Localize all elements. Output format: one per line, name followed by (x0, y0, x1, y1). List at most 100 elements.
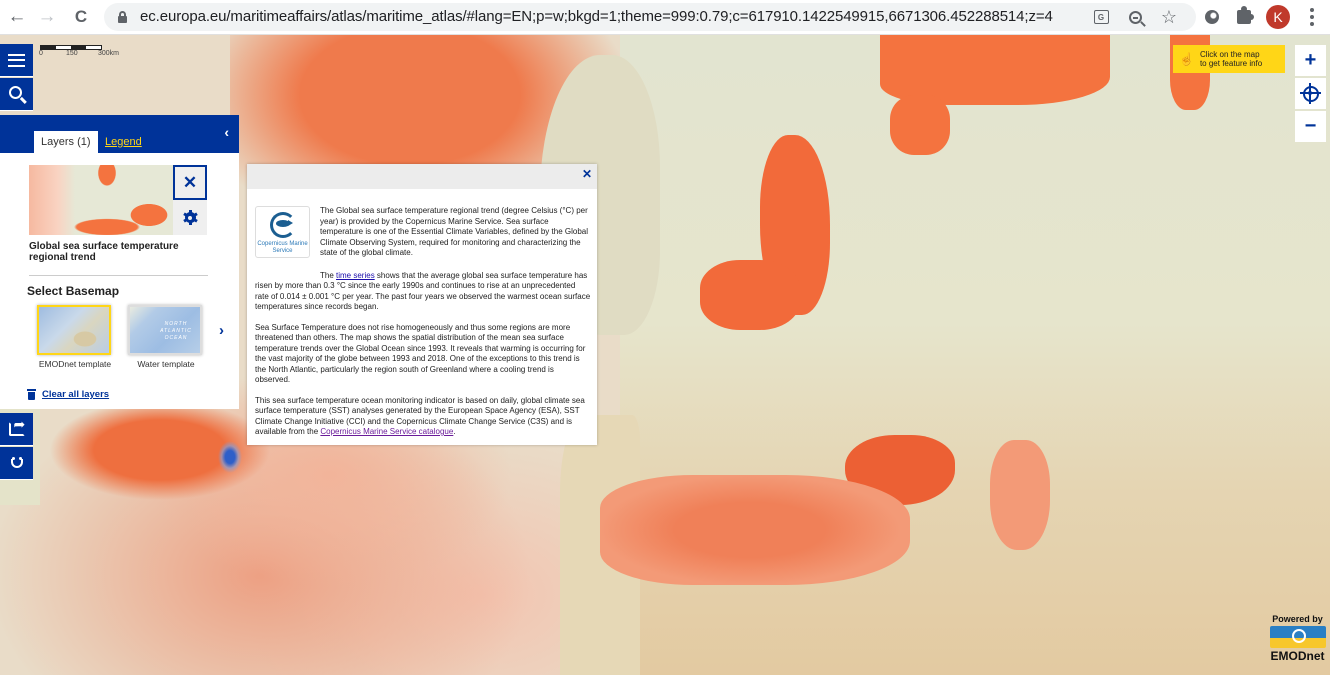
basemap-thumbnail: NORTH ATLANTIC OCEAN (128, 305, 202, 355)
cooling-patch-region (215, 440, 245, 475)
translate-icon: G (1093, 10, 1109, 24)
scale-bar: 0 150 300km (39, 45, 119, 57)
close-popup-button[interactable]: ✕ (582, 167, 592, 181)
basemap-thumbnail (37, 305, 111, 355)
layer-settings-button[interactable] (173, 200, 207, 235)
extensions-menu-button[interactable] (1232, 5, 1256, 29)
basemap-label: EMODnet template (38, 359, 112, 369)
remove-layer-button[interactable]: ✕ (173, 165, 207, 200)
gear-icon (182, 210, 198, 225)
feature-info-tip: ☝ Click on the map to get feature info (1173, 45, 1285, 73)
page-zoom-button[interactable] (1125, 8, 1145, 26)
close-icon: ✕ (182, 172, 198, 192)
layers-panel: Layers (1) Legend ‹ ✕ Global sea surface… (0, 115, 239, 409)
trash-icon (27, 389, 36, 400)
catalogue-link[interactable]: Copernicus Marine Service catalogue (320, 427, 453, 436)
lock-icon (118, 11, 127, 23)
search-button[interactable] (0, 78, 33, 111)
thumbnail-text: NORTH ATLANTIC OCEAN (160, 321, 192, 341)
pointer-hand-icon: ☝ (1179, 52, 1194, 66)
extension-button[interactable] (1200, 5, 1224, 29)
address-bar[interactable]: ec.europa.eu/maritimeaffairs/atlas/marit… (104, 3, 1196, 31)
search-icon (8, 86, 22, 99)
text: . (453, 427, 456, 436)
basemap-next-button[interactable]: › (219, 322, 224, 339)
basemap-heading: Select Basemap (27, 284, 120, 298)
puzzle-icon (1237, 6, 1254, 24)
layer-thumbnail (29, 165, 173, 235)
layer-actions: ✕ (173, 165, 207, 235)
emodnet-logo (1269, 626, 1326, 648)
reload-button[interactable]: C (68, 5, 94, 29)
tip-line: Click on the map (1199, 49, 1260, 59)
bookmark-button[interactable]: ☆ (1159, 6, 1179, 27)
scale-label: 150 (66, 50, 78, 57)
avatar: K (1266, 5, 1290, 29)
caspian-sea (990, 440, 1050, 550)
chevron-right-icon: › (219, 322, 224, 339)
chevron-left-icon: ‹ (224, 124, 229, 140)
text: The (320, 270, 337, 280)
text: shows that the average global sea surfac… (255, 270, 591, 312)
layer-title: Global sea surface temperature regional … (29, 241, 179, 263)
extension-icon (1205, 10, 1219, 24)
map-canvas[interactable]: 0 150 300km Layers (1) Legend ‹ ✕ Global… (0, 35, 1330, 675)
brand-name: EMODnet (1270, 649, 1325, 663)
panel-header: Layers (1) Legend ‹ (0, 115, 239, 153)
popup-body: Copernicus Marine Service The Global sea… (255, 206, 591, 448)
star-icon: ☆ (1160, 6, 1178, 27)
share-button[interactable] (0, 413, 33, 446)
kebab-menu-icon (1310, 8, 1314, 26)
reload-icon: C (74, 7, 88, 26)
time-series-link[interactable]: time series (336, 271, 375, 280)
scale-label: 300km (98, 50, 120, 57)
powered-by-emodnet[interactable]: Powered by EMODnet (1265, 614, 1330, 663)
copernicus-logo: Copernicus Marine Service (255, 206, 310, 258)
distribution-paragraph: Sea Surface Temperature does not rise ho… (255, 322, 586, 385)
zoom-out-magnifier-icon (1128, 10, 1142, 24)
tab-layers[interactable]: Layers (1) (34, 131, 98, 153)
tab-legend[interactable]: Legend (98, 131, 149, 153)
logo-text: Copernicus Marine Service (257, 241, 308, 254)
minus-icon: − (1304, 115, 1317, 137)
fish-icon (276, 220, 293, 227)
divider (29, 275, 208, 276)
source-paragraph: This sea surface temperature ocean monit… (255, 396, 591, 438)
url-text[interactable]: ec.europa.eu/maritimeaffairs/atlas/marit… (140, 8, 1053, 25)
zoom-out-button[interactable]: − (1295, 111, 1326, 142)
layer-info-popup: ✕ Copernicus Marine Service The Global s… (247, 164, 597, 445)
smiley-icon (9, 455, 25, 471)
white-sea (890, 95, 950, 155)
basemap-option-water[interactable]: NORTH ATLANTIC OCEAN Water template (128, 305, 204, 369)
collapse-panel-button[interactable]: ‹ (224, 124, 229, 140)
share-icon (8, 416, 25, 436)
plus-icon: + (1304, 49, 1317, 71)
menu-button[interactable] (0, 44, 33, 77)
baltic-south (700, 260, 800, 330)
scale-label: 0 (39, 50, 43, 57)
close-icon: ✕ (581, 167, 592, 181)
powered-by-label: Powered by (1272, 614, 1323, 624)
translate-button[interactable]: G (1091, 8, 1111, 26)
mediterranean-sea (600, 475, 910, 585)
hamburger-icon (8, 53, 25, 67)
arrow-right-icon: → (37, 6, 57, 27)
arrow-left-icon: ← (7, 6, 27, 27)
locate-button[interactable] (1295, 78, 1326, 109)
popup-header: ✕ (247, 164, 597, 189)
profile-button[interactable]: K (1266, 5, 1290, 29)
time-series-paragraph: The time series shows that the average g… (255, 269, 591, 313)
gulf-stream-region (50, 395, 280, 505)
browser-menu-button[interactable] (1300, 5, 1324, 29)
crosshair-icon (1299, 82, 1321, 104)
clear-all-layers-button[interactable]: Clear all layers (27, 389, 109, 400)
forward-button[interactable]: → (34, 5, 60, 29)
tip-line: to get feature info (1199, 59, 1263, 68)
browser-toolbar: ← → C ec.europa.eu/maritimeaffairs/atlas… (0, 0, 1330, 35)
back-button[interactable]: ← (4, 5, 30, 29)
zoom-in-button[interactable]: + (1295, 45, 1326, 76)
clear-all-label: Clear all layers (42, 389, 110, 400)
feedback-button[interactable] (0, 447, 33, 480)
basemap-option-emodnet[interactable]: EMODnet template (37, 305, 113, 369)
feature-tip-text: Click on the map to get feature info (1200, 50, 1262, 69)
